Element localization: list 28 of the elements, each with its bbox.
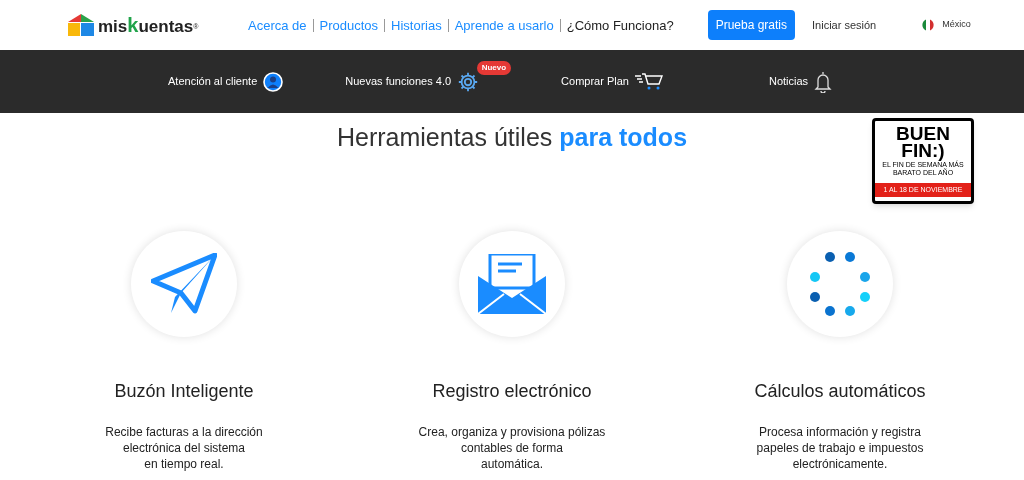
promo-title: BUEN — [896, 125, 950, 142]
flag-icon — [922, 19, 935, 31]
feature-title: Registro electrónico — [432, 379, 592, 403]
user-icon[interactable] — [263, 71, 284, 92]
feature-description: Procesa información y registra papeles de trabajo e impuestos electrónicamente. — [756, 423, 924, 472]
menu-link[interactable]: Atención al cliente — [168, 73, 258, 90]
nav-link[interactable]: Aprende a usarlo — [447, 18, 554, 32]
menu-link[interactable]: Noticias — [768, 73, 809, 90]
feature-title: Cálculos automáticos — [754, 379, 926, 403]
feature-title: Buzón Inteligente — [114, 379, 254, 403]
envelope-icon — [478, 253, 546, 314]
bell-icon[interactable] — [814, 70, 833, 93]
logo-wordmark: miskuentas$^{®}$ — [98, 13, 199, 38]
feature-description: Crea, organiza y provisiona pólizas contables de forma automática. — [418, 423, 606, 472]
country-selector[interactable]: México — [942, 18, 971, 32]
gear-icon[interactable] — [457, 70, 480, 93]
nav-link[interactable]: ¿Cómo Funciona? — [559, 18, 674, 32]
logo-icon — [68, 14, 94, 36]
menu-link[interactable]: Comprar Plan — [561, 73, 629, 90]
section-heading: Herramientas útiles para todos — [336, 122, 688, 153]
free-trial-button[interactable]: Prueba gratis — [707, 10, 795, 40]
loading-dots-icon — [810, 251, 870, 316]
paper-plane-icon — [151, 252, 217, 315]
new-badge: Nuevo — [476, 60, 512, 75]
menu-link[interactable]: Nuevas funciones 4.0 — [345, 73, 452, 90]
login-link[interactable]: Iniciar sesión — [812, 16, 877, 34]
cart-icon[interactable] — [634, 72, 663, 91]
feature-description: Recibe facturas a la dirección electrónica del sistema en tiempo real. — [105, 423, 263, 472]
